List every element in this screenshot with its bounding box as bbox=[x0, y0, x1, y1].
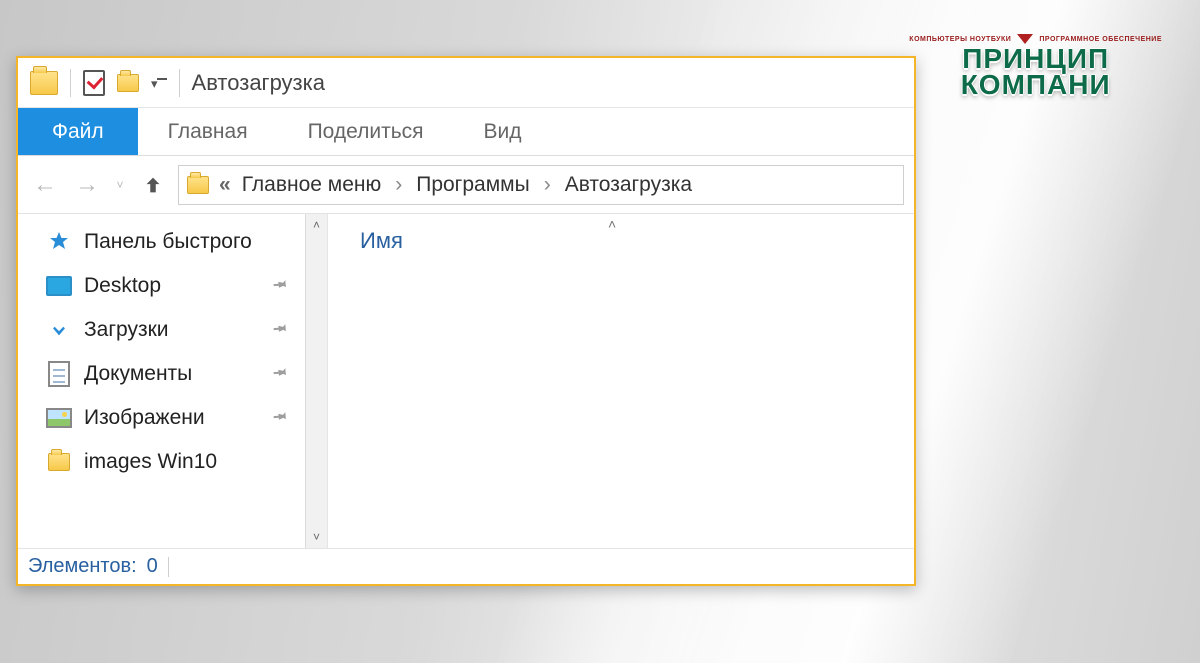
separator bbox=[70, 69, 71, 97]
star-pin-icon bbox=[46, 229, 72, 255]
tab-file-label: Файл bbox=[52, 120, 104, 144]
chevron-right-icon: › bbox=[391, 173, 406, 197]
pin-icon bbox=[264, 403, 292, 432]
sidebar-item-desktop[interactable]: Desktop bbox=[18, 264, 327, 308]
tab-view[interactable]: Вид bbox=[454, 108, 552, 155]
folder-icon bbox=[187, 176, 209, 194]
download-icon bbox=[46, 317, 72, 343]
desktop-icon bbox=[46, 276, 72, 296]
scroll-up-button[interactable]: ˄ bbox=[306, 214, 327, 236]
separator bbox=[168, 557, 169, 577]
column-header-name[interactable]: Имя bbox=[360, 228, 403, 254]
sidebar-item-label: Документы bbox=[84, 362, 192, 386]
sidebar-quick-access-label: Панель быстрого bbox=[84, 230, 252, 254]
nav-history-dropdown[interactable]: ˅ bbox=[112, 168, 128, 202]
document-check-icon[interactable] bbox=[83, 70, 105, 96]
breadcrumb-seg-0[interactable]: Главное меню bbox=[242, 173, 382, 197]
separator bbox=[179, 69, 180, 97]
chevron-right-icon: › bbox=[540, 173, 555, 197]
nav-forward-button[interactable]: → bbox=[70, 168, 104, 202]
tab-home[interactable]: Главная bbox=[138, 108, 278, 155]
window-title: Автозагрузка bbox=[192, 70, 325, 96]
pin-icon bbox=[264, 315, 292, 344]
titlebar: ▾ Автозагрузка bbox=[18, 58, 914, 108]
sidebar-item-label: images Win10 bbox=[84, 450, 217, 474]
tab-share-label: Поделиться bbox=[308, 120, 424, 144]
tab-share[interactable]: Поделиться bbox=[278, 108, 454, 155]
explorer-window: ▾ Автозагрузка Файл Главная Поделиться В… bbox=[16, 56, 916, 586]
breadcrumb-seg-1[interactable]: Программы bbox=[416, 173, 529, 197]
documents-icon bbox=[48, 361, 70, 387]
sidebar: Панель быстрого Desktop Загрузки Докумен… bbox=[18, 214, 328, 548]
sidebar-item-downloads[interactable]: Загрузки bbox=[18, 308, 327, 352]
sidebar-item-label: Desktop bbox=[84, 274, 161, 298]
tab-view-label: Вид bbox=[484, 120, 522, 144]
breadcrumb-seg-2[interactable]: Автозагрузка bbox=[565, 173, 692, 197]
sidebar-item-images[interactable]: Изображени bbox=[18, 396, 327, 440]
status-items-count: 0 bbox=[147, 555, 158, 578]
tab-home-label: Главная bbox=[168, 120, 248, 144]
tab-file[interactable]: Файл bbox=[18, 108, 138, 155]
brand-logo: КОМПЬЮТЕРЫ НОУТБУКИ ПРОГРАММНОЕ ОБЕСПЕЧЕ… bbox=[909, 34, 1162, 98]
arrow-up-icon bbox=[142, 174, 164, 196]
sidebar-quick-access[interactable]: Панель быстрого bbox=[18, 220, 327, 264]
brand-micro-left: КОМПЬЮТЕРЫ НОУТБУКИ bbox=[909, 36, 1011, 43]
sidebar-item-documents[interactable]: Документы bbox=[18, 352, 327, 396]
brand-line1: ПРИНЦИП bbox=[909, 46, 1162, 72]
sidebar-item-label: Загрузки bbox=[84, 318, 169, 342]
pictures-icon bbox=[46, 408, 72, 428]
file-list[interactable]: Имя ˄ bbox=[328, 214, 914, 548]
breadcrumb-overflow-icon[interactable]: « bbox=[219, 173, 232, 197]
pin-icon bbox=[264, 359, 292, 388]
folder-icon bbox=[48, 453, 70, 471]
sidebar-item-label: Изображени bbox=[84, 406, 205, 430]
sort-indicator-icon[interactable]: ˄ bbox=[608, 216, 616, 232]
brand-micro-right: ПРОГРАММНОЕ ОБЕСПЕЧЕНИЕ bbox=[1039, 36, 1162, 43]
ribbon-tabs: Файл Главная Поделиться Вид bbox=[18, 108, 914, 156]
scroll-down-button[interactable]: ˅ bbox=[306, 526, 327, 548]
address-bar[interactable]: « Главное меню › Программы › Автозагрузк… bbox=[178, 165, 904, 205]
folder-icon bbox=[30, 71, 58, 95]
nav-back-button[interactable]: ← bbox=[28, 168, 62, 202]
pin-icon bbox=[264, 271, 292, 300]
brand-line2: КОМПАНИ bbox=[909, 72, 1162, 98]
folder-icon[interactable] bbox=[117, 74, 139, 92]
nav-toolbar: ← → ˅ « Главное меню › Программы › Автоз… bbox=[18, 156, 914, 214]
nav-up-button[interactable] bbox=[136, 168, 170, 202]
status-bar: Элементов: 0 bbox=[18, 548, 914, 584]
qat-dropdown[interactable]: ▾ bbox=[151, 76, 167, 92]
sidebar-item-images-win10[interactable]: images Win10 bbox=[18, 440, 327, 484]
sidebar-scrollbar[interactable]: ˄ ˅ bbox=[305, 214, 327, 548]
status-items-label: Элементов: bbox=[28, 555, 137, 578]
